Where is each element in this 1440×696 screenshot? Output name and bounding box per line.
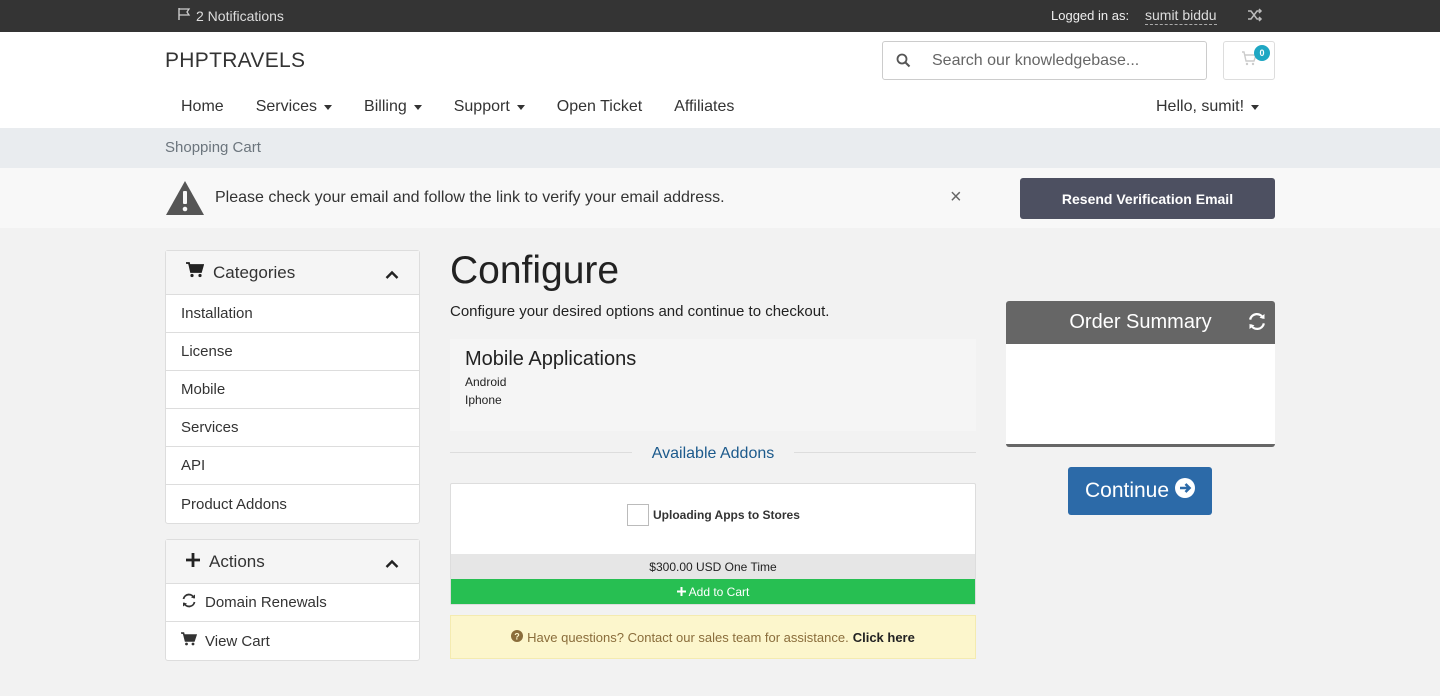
top-bar: 2 Notifications Logged in as: sumit bidd… (0, 0, 1440, 32)
category-label: Mobile (181, 381, 226, 398)
username-link[interactable]: sumit biddu (1145, 7, 1217, 25)
category-item-installation[interactable]: Installation (166, 295, 419, 333)
plus-icon (186, 552, 200, 572)
refresh-icon[interactable] (1247, 312, 1267, 337)
action-item-domain-renewals[interactable]: Domain Renewals (166, 584, 419, 622)
nav-item-billing[interactable]: Billing (348, 98, 438, 116)
cart-icon (186, 262, 205, 283)
action-item-view-cart[interactable]: View Cart (166, 622, 419, 660)
greeting-label: Hello, sumit! (1156, 98, 1245, 115)
main-nav: Home Services Billing Support Open Ticke… (165, 98, 750, 116)
nav-item-label: Services (255, 98, 318, 115)
category-label: License (181, 343, 233, 360)
nav-item-label: Open Ticket (556, 98, 643, 115)
page-title: Configure (450, 249, 620, 292)
categories-panel: Categories Installation License Mobile S… (165, 250, 420, 524)
resend-verification-button[interactable]: Resend Verification Email (1020, 178, 1275, 219)
breadcrumb-current: Shopping Cart (165, 139, 261, 156)
svg-text:?: ? (514, 631, 520, 641)
cart-icon (181, 632, 198, 650)
close-icon[interactable]: × (950, 186, 962, 209)
addon-checkbox[interactable] (627, 504, 649, 526)
cart-button[interactable]: 0 (1223, 41, 1275, 80)
caret-down-icon (516, 105, 525, 110)
nav-item-open-ticket[interactable]: Open Ticket (541, 98, 658, 116)
cart-count-badge: 0 (1254, 45, 1270, 61)
shuffle-icon[interactable] (1247, 8, 1263, 25)
user-menu[interactable]: Hello, sumit! (1156, 98, 1260, 116)
category-item-api[interactable]: API (166, 447, 419, 485)
nav-item-label: Home (181, 98, 224, 115)
nav-item-label: Support (453, 98, 510, 115)
addon-card: Uploading Apps to Stores $300.00 USD One… (450, 483, 976, 605)
page-subtitle: Configure your desired options and conti… (450, 303, 830, 320)
categories-header[interactable]: Categories (166, 251, 419, 295)
notifications-link[interactable]: 2 Notifications (177, 7, 284, 24)
nav-item-home[interactable]: Home (165, 98, 240, 116)
plus-icon (676, 585, 686, 599)
category-label: Services (181, 419, 239, 436)
nav-item-services[interactable]: Services (240, 98, 348, 116)
category-item-mobile[interactable]: Mobile (166, 371, 419, 409)
search-icon[interactable] (883, 53, 923, 68)
sales-help-text: Have questions? Contact our sales team f… (527, 629, 849, 645)
category-label: Product Addons (181, 495, 287, 513)
product-feature: Android (465, 375, 507, 389)
refresh-icon (181, 593, 197, 612)
addons-heading-label: Available Addons (651, 445, 775, 462)
order-summary-header: Order Summary (1006, 301, 1275, 344)
breadcrumb: Shopping Cart (0, 128, 1440, 168)
actions-header[interactable]: Actions (166, 540, 419, 584)
category-item-license[interactable]: License (166, 333, 419, 371)
continue-label: Continue (1084, 479, 1170, 502)
sales-help-alert: ? Have questions? Contact our sales team… (450, 615, 976, 659)
logged-in-label: Logged in as: (1051, 8, 1130, 23)
notifications-label: 2 Notifications (196, 7, 284, 24)
product-info: Mobile Applications Android Iphone (450, 339, 976, 431)
caret-down-icon (413, 105, 422, 110)
product-feature: Iphone (465, 393, 502, 407)
product-name: Mobile Applications (465, 348, 637, 370)
addon-price: $300.00 USD One Time (451, 554, 975, 579)
brand-logo[interactable]: PHPTRAVELS (165, 49, 305, 73)
chevron-up-icon[interactable] (385, 265, 399, 285)
flag-icon (177, 7, 192, 24)
categories-title: Categories (213, 262, 296, 282)
nav-item-label: Affiliates (674, 98, 735, 115)
verify-message: Please check your email and follow the l… (215, 189, 725, 206)
add-to-cart-label: Add to Cart (688, 584, 750, 599)
verify-email-alert: Please check your email and follow the l… (0, 168, 1440, 228)
arrow-circle-right-icon (1175, 478, 1196, 504)
addon-name[interactable]: Uploading Apps to Stores (653, 508, 800, 522)
continue-button[interactable]: Continue (1068, 467, 1212, 515)
sales-contact-link[interactable]: Click here (853, 630, 915, 645)
order-summary: Order Summary (1006, 301, 1275, 447)
header: PHPTRAVELS 0 Home Services Billing Suppo… (0, 32, 1440, 128)
category-item-services[interactable]: Services (166, 409, 419, 447)
chevron-up-icon[interactable] (385, 554, 399, 574)
addons-heading: Available Addons (450, 443, 976, 463)
caret-down-icon (324, 105, 333, 110)
action-label: View Cart (205, 632, 270, 650)
add-to-cart-button[interactable]: Add to Cart (451, 579, 975, 604)
order-summary-title: Order Summary (1069, 311, 1212, 333)
nav-item-support[interactable]: Support (438, 98, 541, 116)
actions-title: Actions (209, 551, 265, 571)
nav-item-affiliates[interactable]: Affiliates (658, 98, 750, 116)
search-input[interactable] (932, 51, 1202, 70)
category-label: Installation (181, 305, 253, 322)
question-circle-icon: ? (511, 629, 524, 645)
search-box (882, 41, 1207, 80)
category-item-product-addons[interactable]: Product Addons (166, 485, 419, 523)
category-label: API (181, 457, 206, 474)
warning-icon (165, 180, 205, 221)
action-label: Domain Renewals (205, 594, 327, 611)
caret-down-icon (1251, 105, 1260, 110)
actions-panel: Actions Domain Renewals View Cart (165, 539, 420, 661)
nav-item-label: Billing (364, 98, 407, 115)
